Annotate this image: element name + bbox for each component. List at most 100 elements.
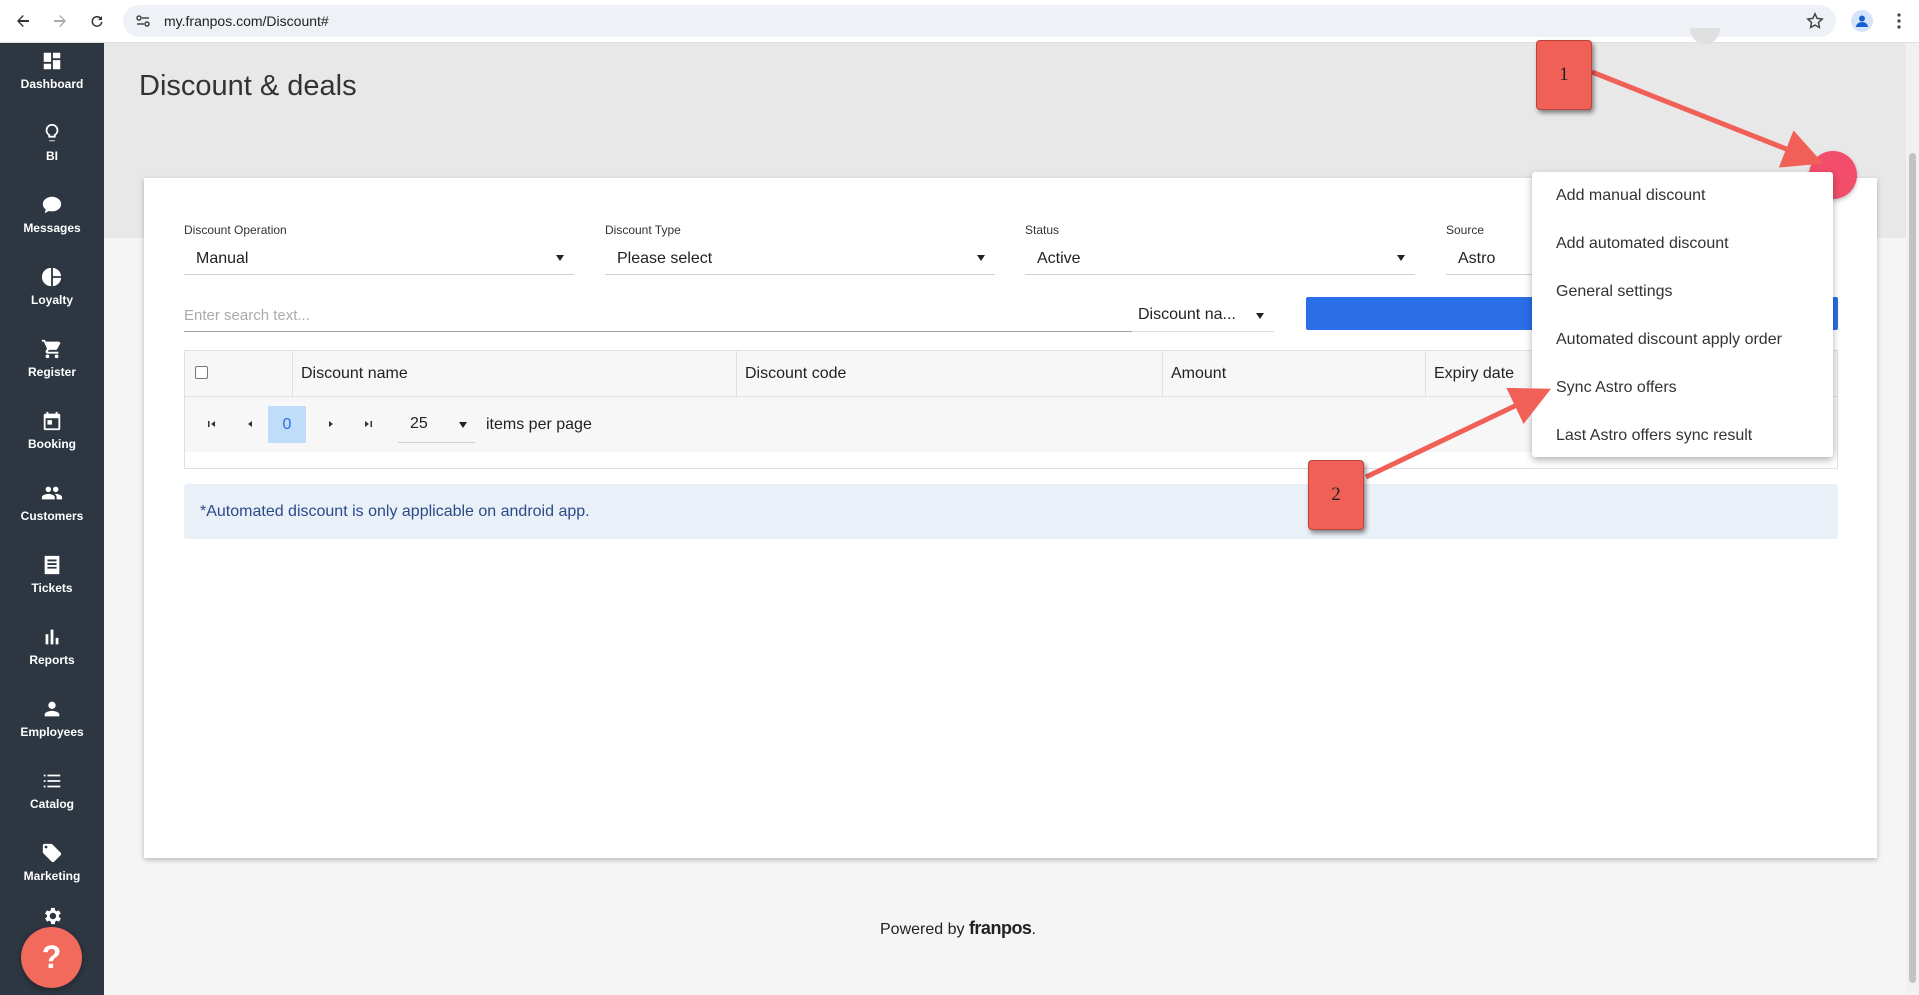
receipt-icon bbox=[44, 555, 60, 574]
column-discount-name[interactable]: Discount name bbox=[293, 351, 737, 397]
url-text[interactable]: my.franpos.com/Discount# bbox=[164, 13, 329, 29]
bar-chart-icon bbox=[45, 629, 59, 644]
dropdown-caret-icon bbox=[1397, 255, 1405, 261]
sidebar-item-customers[interactable]: Customers bbox=[0, 467, 104, 537]
site-settings-icon[interactable] bbox=[135, 13, 151, 29]
sidebar-item-label: Tickets bbox=[31, 580, 73, 595]
sidebar-item-label: Register bbox=[27, 364, 77, 379]
last-page-button[interactable] bbox=[361, 417, 375, 431]
forward-button[interactable] bbox=[46, 7, 74, 35]
list-icon bbox=[43, 774, 61, 787]
lightbulb-icon bbox=[45, 123, 59, 141]
gear-icon bbox=[45, 907, 61, 924]
menu-item-sync-astro-offers[interactable]: Sync Astro offers bbox=[1532, 364, 1833, 412]
sidebar-item-label: Employees bbox=[20, 724, 84, 739]
previous-page-icon bbox=[248, 421, 252, 427]
select-value: Please select bbox=[617, 249, 713, 267]
discount-type-select[interactable]: Please select bbox=[605, 243, 995, 275]
page-scrollbar[interactable] bbox=[1906, 43, 1919, 995]
menu-item-add-automated-discount[interactable]: Add automated discount bbox=[1532, 220, 1833, 268]
first-page-icon bbox=[208, 421, 215, 427]
items-per-page-label: items per page bbox=[486, 416, 592, 433]
browser-menu-button[interactable] bbox=[1889, 10, 1909, 32]
filter-label: Status bbox=[1025, 223, 1060, 237]
people-icon bbox=[41, 486, 63, 499]
sidebar-item-reports[interactable]: Reports bbox=[0, 611, 104, 681]
sidebar-item-marketing[interactable]: Marketing bbox=[0, 827, 104, 897]
dropdown-caret-icon bbox=[977, 255, 985, 261]
dropdown-caret-icon bbox=[1256, 313, 1264, 319]
last-page-icon bbox=[365, 421, 372, 427]
reload-icon bbox=[91, 15, 103, 27]
select-value: Manual bbox=[196, 249, 249, 267]
footer-brand: franpos bbox=[968, 918, 1032, 938]
menu-item-automated-discount-apply-order[interactable]: Automated discount apply order bbox=[1532, 316, 1833, 364]
person-icon bbox=[44, 701, 60, 716]
search-input[interactable] bbox=[184, 300, 1132, 332]
help-button[interactable]: ? bbox=[21, 927, 82, 988]
sidebar-item-label: Marketing bbox=[23, 868, 81, 883]
sidebar-item-label: Loyalty bbox=[30, 292, 73, 307]
annotation-callout-2: 2 bbox=[1308, 460, 1364, 530]
search-field-value: Discount na... bbox=[1138, 305, 1236, 323]
add-discount-menu: Add manual discount Add automated discou… bbox=[1532, 172, 1833, 457]
calendar-icon bbox=[43, 411, 61, 430]
sidebar-item-label: Customers bbox=[20, 508, 84, 523]
filter-label: Discount Type bbox=[605, 223, 681, 237]
sidebar-item-employees[interactable]: Employees bbox=[0, 683, 104, 753]
dropdown-caret-icon bbox=[556, 255, 564, 261]
select-all-cell bbox=[185, 351, 293, 397]
menu-item-last-astro-sync-result[interactable]: Last Astro offers sync result bbox=[1532, 412, 1833, 460]
menu-item-general-settings[interactable]: General settings bbox=[1532, 268, 1833, 316]
footer: Powered by franpos. bbox=[880, 918, 1036, 939]
sidebar-item-booking[interactable]: Booking bbox=[0, 395, 104, 465]
arrow-left-icon bbox=[17, 15, 29, 27]
sidebar-item-label: Booking bbox=[28, 436, 76, 451]
source-select[interactable]: Astro bbox=[1446, 243, 1536, 275]
page-size-select[interactable]: 25 bbox=[398, 406, 475, 443]
next-page-icon bbox=[329, 421, 333, 427]
status-select[interactable]: Active bbox=[1025, 243, 1415, 275]
filter-status: Status Active bbox=[1025, 223, 1415, 275]
sidebar-item-label: Catalog bbox=[29, 796, 74, 811]
next-page-button[interactable] bbox=[324, 417, 338, 431]
menu-item-add-manual-discount[interactable]: Add manual discount bbox=[1532, 172, 1833, 220]
sidebar-item-messages[interactable]: Messages bbox=[0, 179, 104, 249]
select-value: Active bbox=[1037, 249, 1081, 267]
profile-avatar[interactable] bbox=[1851, 10, 1873, 32]
discount-operation-select[interactable]: Manual bbox=[184, 243, 574, 275]
sidebar-item-label: Messages bbox=[23, 220, 81, 235]
filter-label: Discount Operation bbox=[184, 223, 287, 237]
person-icon bbox=[1856, 15, 1868, 27]
sidebar-item-catalog[interactable]: Catalog bbox=[0, 755, 104, 825]
page-size-value: 25 bbox=[410, 415, 428, 432]
filter-discount-type: Discount Type Please select bbox=[605, 223, 995, 275]
column-amount[interactable]: Amount bbox=[1163, 351, 1426, 397]
kebab-icon bbox=[1897, 13, 1901, 29]
sidebar-item-tickets[interactable]: Tickets bbox=[0, 539, 104, 609]
first-page-button[interactable] bbox=[205, 417, 219, 431]
pie-chart-icon bbox=[41, 267, 62, 286]
previous-page-button[interactable] bbox=[243, 417, 257, 431]
sidebar-item-bi[interactable]: BI bbox=[0, 107, 104, 177]
select-all-checkbox[interactable] bbox=[195, 366, 208, 379]
current-page[interactable]: 0 bbox=[268, 406, 306, 443]
shopping-cart-icon bbox=[41, 339, 61, 358]
back-button[interactable] bbox=[9, 7, 37, 35]
bookmark-star-icon[interactable] bbox=[1806, 12, 1824, 30]
footer-suffix: . bbox=[1031, 921, 1036, 938]
sidebar-item-dashboard[interactable]: Dashboard bbox=[0, 35, 104, 105]
address-bar[interactable]: my.franpos.com/Discount# bbox=[123, 5, 1836, 37]
footer-prefix: Powered by bbox=[880, 921, 969, 938]
info-text: *Automated discount is only applicable o… bbox=[200, 502, 590, 520]
sidebar-item-label: BI bbox=[46, 148, 58, 163]
select-value: Astro bbox=[1458, 249, 1496, 267]
page-title: Discount & deals bbox=[139, 70, 357, 102]
scrollbar-thumb[interactable] bbox=[1909, 153, 1916, 983]
sidebar-item-register[interactable]: Register bbox=[0, 323, 104, 393]
sidebar-item-loyalty[interactable]: Loyalty bbox=[0, 251, 104, 321]
reload-button[interactable] bbox=[83, 7, 111, 35]
filter-discount-operation: Discount Operation Manual bbox=[184, 223, 574, 275]
column-discount-code[interactable]: Discount code bbox=[737, 351, 1163, 397]
search-field-select[interactable]: Discount na... bbox=[1132, 298, 1274, 332]
